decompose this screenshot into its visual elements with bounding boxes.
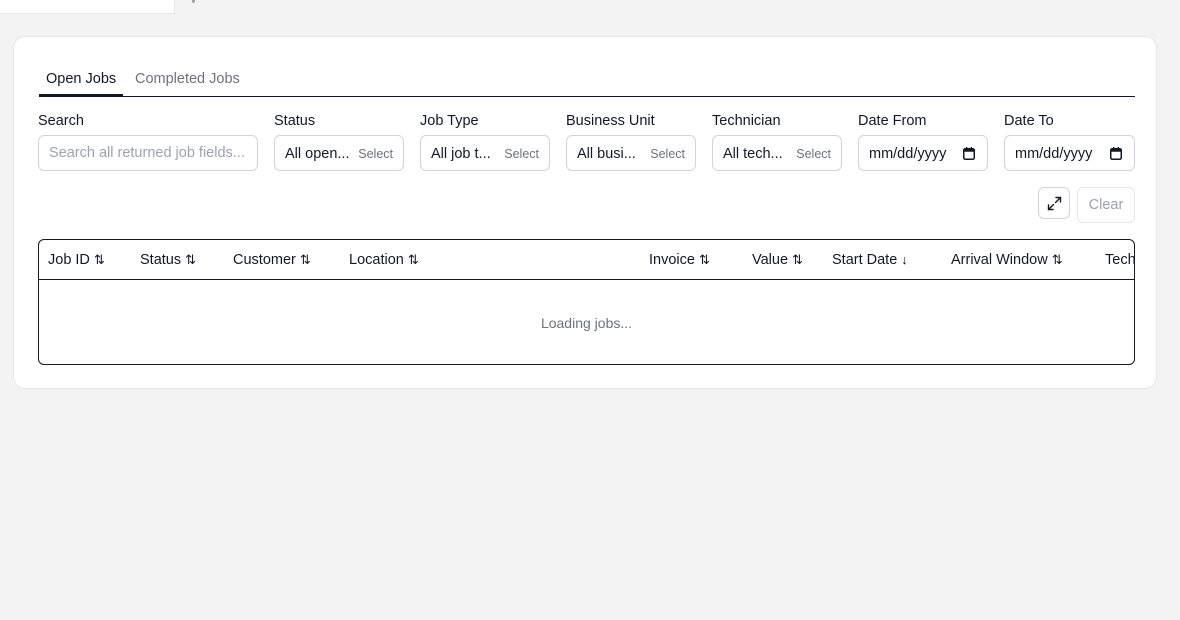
expand-table-button[interactable]	[1038, 187, 1070, 219]
column-header-job-id[interactable]: Job ID ⇅	[48, 251, 105, 269]
date-to-label: Date To	[1004, 113, 1054, 129]
column-header-location[interactable]: Location ⇅	[349, 251, 419, 269]
jobs-card: Open Jobs Completed Jobs Search Status J…	[13, 36, 1157, 389]
job-type-label: Job Type	[420, 113, 479, 129]
previous-card-dot	[192, 0, 195, 3]
date-from-input[interactable]: mm/dd/yyyy	[858, 135, 988, 171]
technician-select-value: All tech...	[723, 146, 783, 162]
date-from-value: mm/dd/yyyy	[869, 146, 947, 162]
sort-descending-icon: ↓	[901, 252, 908, 267]
date-to-value: mm/dd/yyyy	[1015, 146, 1093, 162]
status-select[interactable]: All open... Select	[274, 135, 404, 171]
expand-arrows-icon	[1047, 196, 1062, 211]
column-label: Status	[140, 252, 182, 268]
loading-message: Loading jobs...	[540, 315, 633, 331]
sort-icon: ⇅	[792, 252, 803, 267]
calendar-icon[interactable]	[963, 147, 975, 160]
business-unit-select-value: All busi...	[577, 146, 636, 162]
column-header-customer[interactable]: Customer ⇅	[233, 251, 311, 269]
sort-icon: ⇅	[93, 252, 105, 267]
status-select-value: All open...	[285, 146, 350, 162]
active-tab-indicator	[39, 94, 123, 97]
column-label: Location	[349, 252, 404, 268]
clear-filters-button[interactable]: Clear	[1077, 187, 1135, 223]
column-header-value[interactable]: Value ⇅	[752, 251, 803, 269]
sort-icon: ⇅	[185, 252, 197, 267]
column-header-arrival-window[interactable]: Arrival Window ⇅	[951, 251, 1063, 269]
column-label: Arrival Window	[951, 252, 1048, 268]
job-type-select-value: All job t...	[431, 146, 491, 162]
column-label: Invoice	[649, 252, 695, 268]
technician-select[interactable]: All tech... Select	[712, 135, 842, 171]
search-label: Search	[38, 113, 84, 129]
tab-open-jobs[interactable]: Open Jobs	[46, 70, 116, 88]
date-to-input[interactable]: mm/dd/yyyy	[1004, 135, 1135, 171]
column-label: Customer	[233, 252, 296, 268]
column-label: Tech	[1105, 252, 1135, 268]
job-type-select[interactable]: All job t... Select	[420, 135, 550, 171]
sort-icon: ⇅	[1051, 252, 1063, 267]
column-header-invoice[interactable]: Invoice ⇅	[649, 251, 710, 269]
column-label: Job ID	[48, 252, 90, 268]
column-header-status[interactable]: Status ⇅	[140, 251, 196, 269]
date-from-label: Date From	[858, 113, 927, 129]
business-unit-select[interactable]: All busi... Select	[566, 135, 696, 171]
column-label: Start Date	[832, 252, 898, 268]
sort-icon: ⇅	[698, 252, 710, 267]
previous-card-stub	[0, 0, 175, 14]
table-header: Job ID ⇅ Status ⇅ Customer ⇅ Location ⇅ Invo…	[39, 240, 1134, 280]
column-header-start-date[interactable]: Start Date ↓	[832, 251, 908, 269]
jobs-tabs: Open Jobs Completed Jobs	[39, 61, 1135, 97]
column-header-tech[interactable]: Tech	[1105, 251, 1135, 269]
sort-icon: ⇅	[407, 252, 419, 267]
sort-icon: ⇅	[299, 252, 311, 267]
search-input[interactable]	[38, 135, 258, 171]
technician-label: Technician	[712, 113, 781, 129]
calendar-icon[interactable]	[1110, 147, 1122, 160]
business-unit-select-hint: Select	[650, 147, 685, 161]
jobs-table: Job ID ⇅ Status ⇅ Customer ⇅ Location ⇅ Invo…	[38, 239, 1135, 365]
job-type-select-hint: Select	[504, 147, 539, 161]
column-label: Value	[752, 252, 789, 268]
status-select-hint: Select	[358, 147, 393, 161]
business-unit-label: Business Unit	[566, 113, 655, 129]
status-label: Status	[274, 113, 316, 129]
tab-completed-jobs[interactable]: Completed Jobs	[135, 70, 240, 88]
technician-select-hint: Select	[796, 147, 831, 161]
